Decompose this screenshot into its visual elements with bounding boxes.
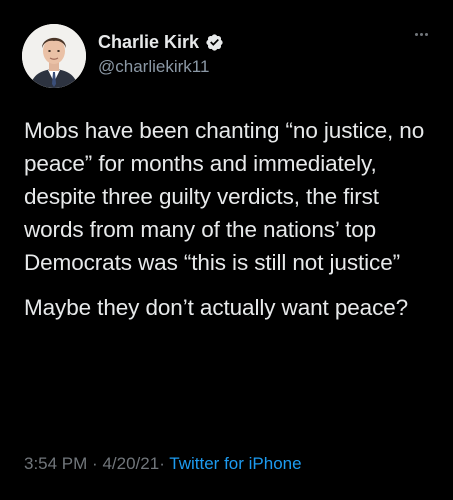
tweet-text: Mobs have been chanting “no justice, no … <box>24 114 440 324</box>
avatar-photo <box>22 24 86 88</box>
tweet-paragraph: Mobs have been chanting “no justice, no … <box>24 118 425 275</box>
tweet-meta: 3:54 PM · 4/20/21· Twitter for iPhone <box>24 453 302 475</box>
tweet-paragraph: Maybe they don’t actually want peace? <box>24 295 409 320</box>
meta-separator: · <box>159 454 165 473</box>
author-handle[interactable]: @charliekirk11 <box>98 56 209 77</box>
tweet-date[interactable]: 4/20/21 <box>102 454 159 473</box>
meta-separator: · <box>92 454 98 473</box>
author-name-row: Charlie Kirk <box>98 31 224 53</box>
avatar[interactable] <box>22 24 86 88</box>
more-dot <box>415 32 418 36</box>
tweet-card: Charlie Kirk @charliekirk11 Mobs have be… <box>0 0 453 500</box>
tweet-source-link[interactable]: Twitter for iPhone <box>169 454 301 473</box>
verified-badge-icon <box>206 33 223 51</box>
more-options-icon[interactable] <box>415 30 431 38</box>
more-dot <box>420 32 423 36</box>
tweet-time[interactable]: 3:54 PM <box>24 454 87 473</box>
author-display-name[interactable]: Charlie Kirk <box>98 31 199 53</box>
more-dot <box>425 32 428 36</box>
